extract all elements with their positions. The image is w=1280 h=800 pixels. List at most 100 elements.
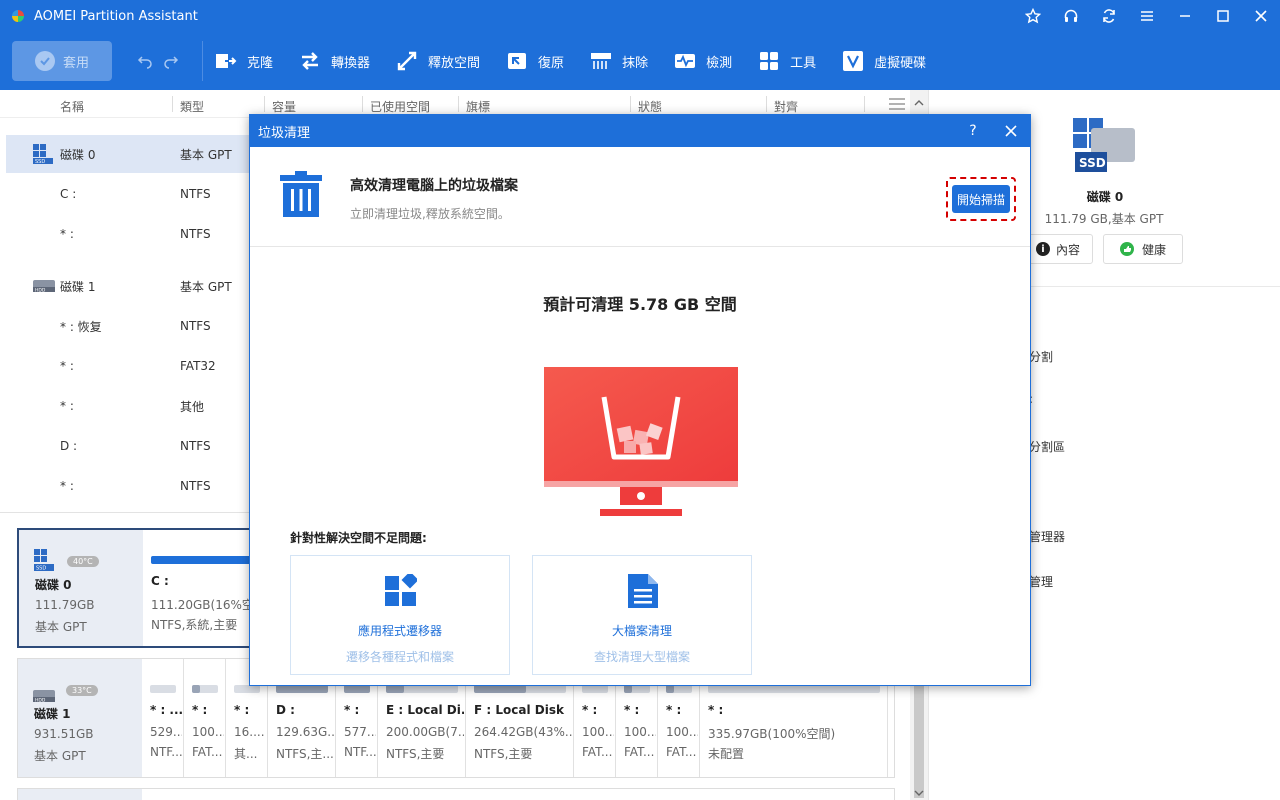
temperature-badge: 33°C — [66, 685, 98, 696]
card-title: 應用程式遷移器 — [357, 624, 442, 638]
partition-size: 264.42GB(43%... — [474, 725, 572, 739]
row-name: C : — [60, 187, 77, 201]
card-subtitle: 遷移各種程式和檔案 — [345, 650, 454, 664]
col-align[interactable]: 對齊 — [774, 98, 798, 115]
row-type: NTFS — [180, 227, 211, 241]
partition-fs: 未配置 — [708, 747, 745, 761]
minimize-icon[interactable] — [1166, 0, 1204, 32]
partition-block[interactable]: * : 100... FAT... — [184, 659, 226, 777]
tool-converter[interactable]: 轉換器 — [299, 50, 370, 72]
partition-block[interactable]: C : 111.20GB(16%空 NTFS,系統,主要 — [143, 530, 253, 648]
partition-usage-bar — [150, 685, 176, 693]
row-name: * : — [60, 399, 74, 413]
partition-usage-bar — [624, 685, 650, 693]
tool-wipe[interactable]: 抹除 — [590, 50, 648, 72]
row-type: 其他 — [180, 399, 205, 414]
op-item[interactable]: 管理 — [1029, 573, 1053, 590]
tool-tools[interactable]: 工具 — [758, 50, 816, 72]
thumbs-up-icon — [1119, 242, 1134, 256]
tool-recover[interactable]: 復原 — [506, 50, 564, 72]
disk2-panel[interactable] — [17, 788, 895, 800]
virtual-disk-icon — [842, 50, 864, 72]
scroll-up-icon[interactable] — [914, 96, 924, 110]
star-icon[interactable] — [1014, 0, 1052, 32]
tool-label: 轉換器 — [331, 55, 371, 71]
partition-label: * : — [344, 703, 360, 717]
svg-text:SSD: SSD — [35, 159, 45, 165]
row-type: 基本 GPT — [180, 279, 232, 294]
column-settings-icon[interactable] — [888, 98, 906, 113]
tool-virtual-disk[interactable]: 虛擬硬碟 — [842, 50, 926, 72]
partition-usage-bar — [474, 685, 566, 693]
undo-icon[interactable] — [132, 50, 158, 72]
partition-usage-fill — [344, 685, 370, 693]
tool-clone[interactable]: 克隆 — [215, 50, 273, 72]
title-bar: AOMEI Partition Assistant — [0, 0, 1280, 32]
row-name: * : — [60, 227, 74, 241]
tool-label: 虛擬硬碟 — [874, 55, 927, 71]
partition-fs: NTFS,系統,主要 — [151, 618, 238, 632]
disk1-summary[interactable]: HDD 33°C 磁碟 1 931.51GB 基本 GPT — [18, 659, 142, 777]
op-item[interactable]: 分割區 — [1029, 438, 1065, 455]
op-item[interactable]: 管理器 — [1029, 528, 1065, 545]
tool-label: 檢測 — [706, 55, 733, 71]
col-used[interactable]: 已使用空間 — [370, 98, 430, 115]
menu-icon[interactable] — [1128, 0, 1166, 32]
partition-usage-bar — [344, 685, 370, 693]
disk0-size: 111.79GB — [35, 598, 95, 612]
col-status[interactable]: 狀態 — [638, 98, 662, 115]
help-button[interactable]: ? — [954, 115, 992, 147]
scroll-down-icon[interactable] — [914, 786, 924, 800]
large-file-cleaner-card[interactable]: 大檔案清理 查找清理大型檔案 — [532, 555, 752, 675]
app-mover-card[interactable]: 應用程式遷移器 遷移各種程式和檔案 — [290, 555, 510, 675]
headset-icon[interactable] — [1052, 0, 1090, 32]
svg-text:HDD: HDD — [35, 698, 46, 704]
apply-button[interactable]: 套用 — [12, 41, 112, 81]
dialog-title: 垃圾清理 — [258, 125, 311, 141]
partition-usage-fill — [192, 685, 200, 693]
properties-button[interactable]: i 內容 — [1023, 234, 1093, 264]
partition-label: C : — [151, 574, 169, 588]
col-name[interactable]: 名稱 — [60, 98, 84, 115]
partition-usage-bar — [234, 685, 260, 693]
tool-check[interactable]: 檢測 — [674, 50, 732, 72]
col-flag[interactable]: 旗標 — [466, 98, 490, 115]
ssd-large-icon: SSD — [1073, 118, 1137, 177]
disk1-name: 磁碟 1 — [34, 707, 71, 721]
dialog-title-bar: 垃圾清理 ? — [250, 115, 1030, 147]
dialog-headline: 高效清理電腦上的垃圾檔案 — [350, 178, 518, 194]
recover-icon — [506, 50, 528, 72]
partition-usage-fill — [624, 685, 632, 693]
close-icon[interactable] — [1242, 0, 1280, 32]
op-item[interactable]: 分割 — [1029, 348, 1053, 365]
tool-label: 工具 — [790, 55, 817, 71]
col-capacity[interactable]: 容量 — [272, 98, 296, 115]
maximize-icon[interactable] — [1204, 0, 1242, 32]
row-name: D : — [60, 439, 78, 453]
partition-usage-fill — [474, 685, 526, 693]
dialog-header: 高效清理電腦上的垃圾檔案 立即清理垃圾,釋放系統空間。 開始掃描 — [250, 147, 1030, 247]
partition-size: 577... — [344, 725, 376, 739]
partition-label: * : — [624, 703, 640, 717]
partition-block[interactable]: * : ... 529... NTF... — [142, 659, 184, 777]
disk0-type: 基本 GPT — [35, 620, 87, 634]
disk0-name: 磁碟 0 — [35, 578, 72, 592]
redo-icon[interactable] — [158, 50, 184, 72]
tool-free-space[interactable]: 釋放空間 — [396, 50, 480, 72]
refresh-icon[interactable] — [1090, 0, 1128, 32]
free-space-icon — [396, 50, 418, 72]
disk1-size: 931.51GB — [34, 727, 94, 741]
scrollbar-thumb[interactable] — [914, 682, 924, 798]
partition-label: E : Local Di... — [386, 703, 464, 717]
partition-usage-bar — [582, 685, 608, 693]
partition-size: 129.63G... — [276, 725, 334, 739]
disk0-summary[interactable]: SSD 40°C 磁碟 0 111.79GB 基本 GPT — [19, 530, 143, 646]
partition-fs: NTF... — [150, 745, 182, 759]
partition-label: * : — [234, 703, 250, 717]
health-button[interactable]: 健康 — [1103, 234, 1183, 264]
partition-label: * : — [582, 703, 598, 717]
start-scan-button[interactable]: 開始掃描 — [952, 185, 1010, 213]
col-type[interactable]: 類型 — [180, 98, 204, 115]
dialog-close-icon[interactable] — [992, 115, 1030, 147]
partition-usage-bar — [276, 685, 328, 693]
